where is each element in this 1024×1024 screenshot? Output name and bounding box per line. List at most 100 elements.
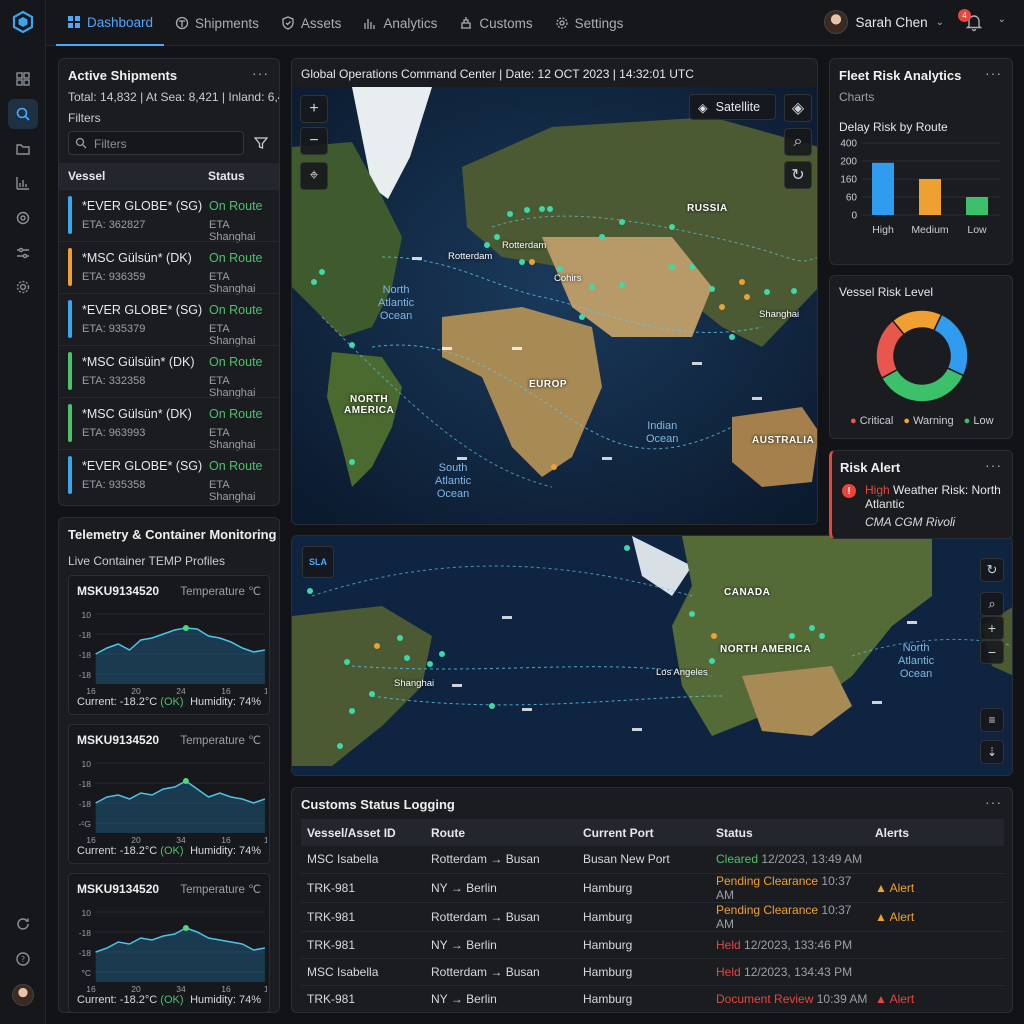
chart-icon[interactable] <box>8 168 38 198</box>
donut-slice-blue-segment <box>932 313 969 377</box>
locate-button[interactable]: ⌖ <box>300 162 328 190</box>
pacific-map[interactable]: SLA CANADA NORTH AMERICA Los Angeles Sha… <box>291 535 1013 776</box>
nav-assets[interactable]: Assets <box>270 0 353 46</box>
legend-item-critical: ● Critical <box>850 415 894 427</box>
table-row[interactable]: TRK-981 NY → Berlin Hamburg Held 12/2023… <box>301 931 1004 959</box>
vessel-name: *EVER GLOBE* (SG) <box>82 303 203 317</box>
more-icon[interactable]: ··· <box>252 65 269 81</box>
container-card[interactable]: MSKU9134520 Temperature ℃ 10 -18 -18 -ᶜG 16 2… <box>68 724 270 864</box>
shipment-row[interactable]: *EVER GLOBE* (SG) ETA: 362827 On Route E… <box>60 189 278 243</box>
cell-id: TRK-981 <box>301 985 425 1012</box>
metric-label: Temperature ℃ <box>180 884 261 896</box>
column-header[interactable]: Alerts <box>869 819 1004 846</box>
grid-icon[interactable] <box>8 64 38 94</box>
nav-analytics[interactable]: Analytics <box>352 0 448 46</box>
warning-icon: ▲ <box>875 880 887 895</box>
map-label-cairo: Cohirs <box>554 273 582 284</box>
search-icon[interactable] <box>8 99 38 129</box>
target-icon[interactable] <box>8 203 38 233</box>
zoom-in-button[interactable]: + <box>980 616 1004 640</box>
ok-badge: (OK) <box>160 845 184 857</box>
shipment-row[interactable]: *MSC Gülsüin* (DK) ETA: 332358 On Route … <box>60 345 278 399</box>
container-id: MSKU9134520 <box>77 882 160 896</box>
table-row[interactable]: TRK-981 NY → Berlin Hamburg Pending Clea… <box>301 873 1004 903</box>
cell-alert[interactable]: ▲ Alert <box>869 873 1004 903</box>
menu-icon[interactable]: ≡ <box>980 708 1004 732</box>
shipment-row[interactable]: *MSC Gülsün* (DK) ETA: 963993 On Route E… <box>60 397 278 451</box>
cell-status: Cleared 12/2023, 13:49 AM <box>710 846 869 874</box>
table-header: Vessel Status <box>59 163 279 189</box>
folder-icon[interactable] <box>8 134 38 164</box>
table-row[interactable]: MSC Isabella Rotterdam → Busan Hamburg H… <box>301 958 1004 986</box>
x-tick: 124 <box>264 835 267 845</box>
current-temp: Current: -18.2°C (OK) <box>77 994 184 1006</box>
filter-input[interactable]: Filters <box>68 131 244 155</box>
sliders-icon[interactable] <box>8 238 38 268</box>
left-rail: ? <box>0 0 46 1024</box>
layers-icon[interactable]: ◈ <box>784 94 812 122</box>
column-header[interactable]: Current Port <box>577 819 710 846</box>
map-label-north-atlantic-2: North Atlantic Ocean <box>898 642 935 680</box>
col-vessel: Vessel <box>68 169 106 183</box>
container-card[interactable]: MSKU9134520 Temperature ℃ 10 -18 -18 °C 16 20… <box>68 873 270 1012</box>
vessel-name: *MSC Gülsün* (DK) <box>82 251 192 265</box>
column-header[interactable]: Vessel/Asset ID <box>301 819 425 846</box>
container-card[interactable]: MSKU9134520 Temperature ℃ 10 -18 -18 -18 16 2… <box>68 575 270 715</box>
shipment-row[interactable]: *MSC Gülsün* (DK) ETA: 936359 On Route E… <box>60 241 278 295</box>
box-icon <box>175 16 189 30</box>
panel-subtitle: Charts <box>839 90 875 104</box>
vessel-name: *MSC Gülsün* (DK) <box>82 407 192 421</box>
y-tick: -18 <box>79 928 92 938</box>
table-row[interactable]: TRK-981 Rotterdam → Busan Hamburg Pendin… <box>301 902 1004 932</box>
zoom-out-button[interactable]: − <box>300 127 328 155</box>
column-header[interactable]: Status <box>710 819 869 846</box>
nav-customs[interactable]: Customs <box>448 0 543 46</box>
vessel-name: *EVER GLOBE* (SG) <box>82 459 203 473</box>
search-zoom-icon[interactable]: ⌕ <box>784 128 812 156</box>
column-header[interactable]: Route <box>425 819 577 846</box>
map-brand-badge[interactable]: SLA <box>302 546 334 578</box>
sparkline-peak <box>182 625 189 631</box>
pin-icon[interactable]: ⇣ <box>980 740 1004 764</box>
user-name: Sarah Chen <box>855 14 928 30</box>
refresh-icon[interactable] <box>8 909 38 939</box>
table-row[interactable]: MSC Isabella Rotterdam → Busan Busan New… <box>301 846 1004 874</box>
map-label-rotterdam-2: Rotterdam <box>448 251 493 262</box>
status-bar <box>68 456 72 494</box>
chevron-down-icon[interactable]: ⌄ <box>998 14 1006 25</box>
bar-high <box>872 162 894 215</box>
refresh-icon[interactable]: ↻ <box>784 161 812 189</box>
cell-alert[interactable]: ▲ Alert <box>869 985 1004 1012</box>
table-row[interactable]: TRK-981 NY → Berlin Hamburg Document Rev… <box>301 985 1004 1012</box>
current-temp-value: Current: -18.2°C <box>77 845 158 857</box>
nav-settings[interactable]: Settings <box>544 0 635 46</box>
app-logo-icon[interactable] <box>11 10 35 34</box>
cell-alert[interactable]: ▲ Alert <box>869 902 1004 932</box>
refresh-icon[interactable]: ↻ <box>980 558 1004 582</box>
legend-label: Warning <box>913 415 954 427</box>
user-avatar[interactable] <box>8 980 38 1010</box>
settings-icon[interactable] <box>8 272 38 302</box>
nav-dashboard[interactable]: Dashboard <box>56 0 165 46</box>
shipment-row[interactable]: *EVER GLOBE* (SG) ETA: 935358 On Route E… <box>60 449 278 503</box>
summary-label: Inland: <box>228 90 265 104</box>
zoom-out-button[interactable]: − <box>980 640 1004 664</box>
world-map[interactable]: RUSSIA Rotterdam Rotterdam Cohirs Shangh… <box>292 87 817 524</box>
help-icon[interactable]: ? <box>8 944 38 974</box>
zoom-in-button[interactable]: + <box>300 95 328 123</box>
satellite-layer-button[interactable]: ◈ Satellite <box>689 94 776 120</box>
map-label-los-angeles: Los Angeles <box>656 667 708 678</box>
nav-shipments[interactable]: Shipments <box>164 0 270 46</box>
vessel-name: *EVER GLOBE* (SG) <box>82 199 203 213</box>
search-zoom-icon[interactable]: ⌕ <box>980 592 1004 616</box>
more-icon[interactable]: ··· <box>985 457 1002 473</box>
more-icon[interactable]: ··· <box>985 794 1002 810</box>
funnel-icon[interactable] <box>254 136 268 150</box>
shipment-row[interactable]: *EVER GLOBE* (SG) ETA: 935379 On Route E… <box>60 293 278 347</box>
user-menu[interactable]: Sarah Chen ⌄ <box>823 10 944 34</box>
vessel-status: On Route <box>209 459 263 473</box>
more-icon[interactable]: ··· <box>985 65 1002 81</box>
status-time: 12/2023, 13:49 AM <box>761 852 863 867</box>
shipment-summary: Total: 14,832 | At Sea: 8,421 | Inland: … <box>68 90 279 104</box>
more-icon[interactable]: ··· <box>252 524 269 540</box>
